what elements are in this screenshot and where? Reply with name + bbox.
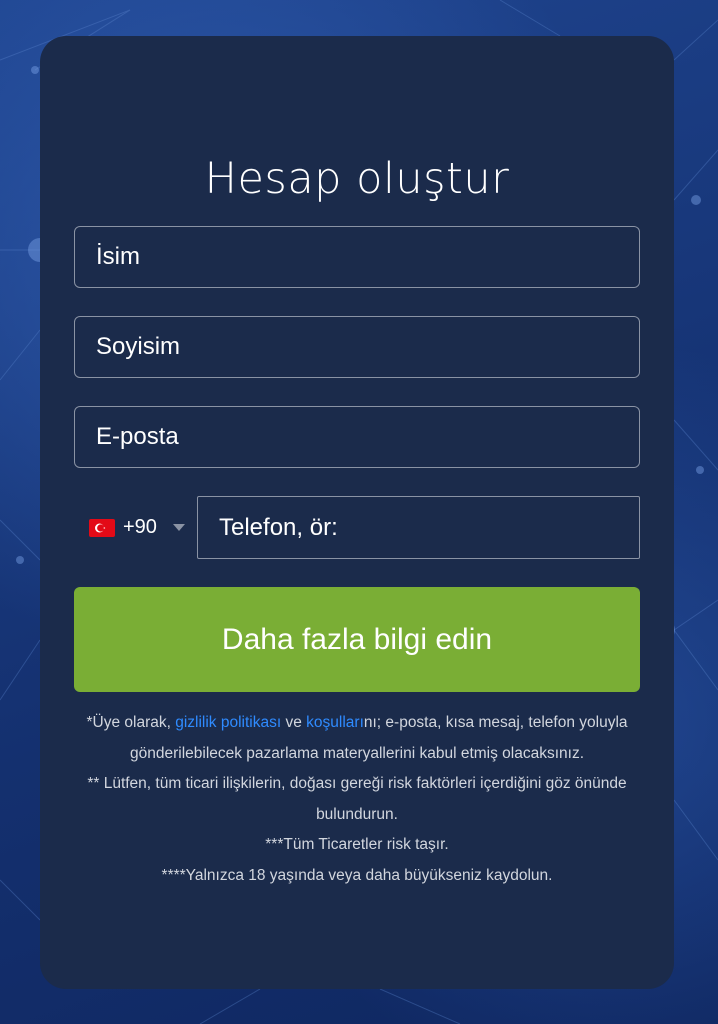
legal-line-4: ****Yalnızca 18 yaşında veya daha büyüks…	[161, 866, 553, 884]
name-field[interactable]: İsim	[74, 226, 640, 288]
legal-line-2: ** Lütfen, tüm ticari ilişkilerin, doğas…	[87, 775, 627, 823]
turkey-flag-icon	[89, 518, 115, 537]
phone-row: +90 Telefon, ör:	[74, 496, 640, 559]
country-code-selector[interactable]: +90	[89, 496, 185, 559]
terms-link[interactable]: koşulları	[306, 714, 364, 731]
phone-field[interactable]: Telefon, ör:	[197, 496, 640, 559]
legal-line-3: ***Tüm Ticaretler risk taşır.	[265, 836, 449, 853]
name-placeholder: İsim	[96, 243, 140, 270]
legal-mid: ve	[281, 714, 307, 731]
surname-placeholder: Soyisim	[96, 333, 181, 360]
surname-field[interactable]: Soyisim	[74, 316, 640, 378]
chevron-down-icon	[172, 524, 185, 531]
legal-disclaimer: *Üye olarak, gizlilik politikası ve koşu…	[70, 708, 644, 891]
submit-button[interactable]: Daha fazla bilgi edin	[74, 587, 640, 692]
email-placeholder: E-posta	[96, 423, 179, 450]
form-title: Hesap oluştur	[204, 154, 510, 204]
phone-placeholder: Telefon, ör:	[219, 513, 338, 541]
legal-prefix: *Üye olarak,	[86, 714, 176, 731]
privacy-policy-link[interactable]: gizlilik politikası	[175, 714, 281, 731]
dial-code: +90	[123, 516, 157, 538]
signup-card: Hesap oluştur İsim Soyisim E-posta +90 T…	[40, 36, 674, 989]
email-field[interactable]: E-posta	[74, 406, 640, 468]
legal-line-1: *Üye olarak, gizlilik politikası ve koşu…	[70, 708, 644, 769]
